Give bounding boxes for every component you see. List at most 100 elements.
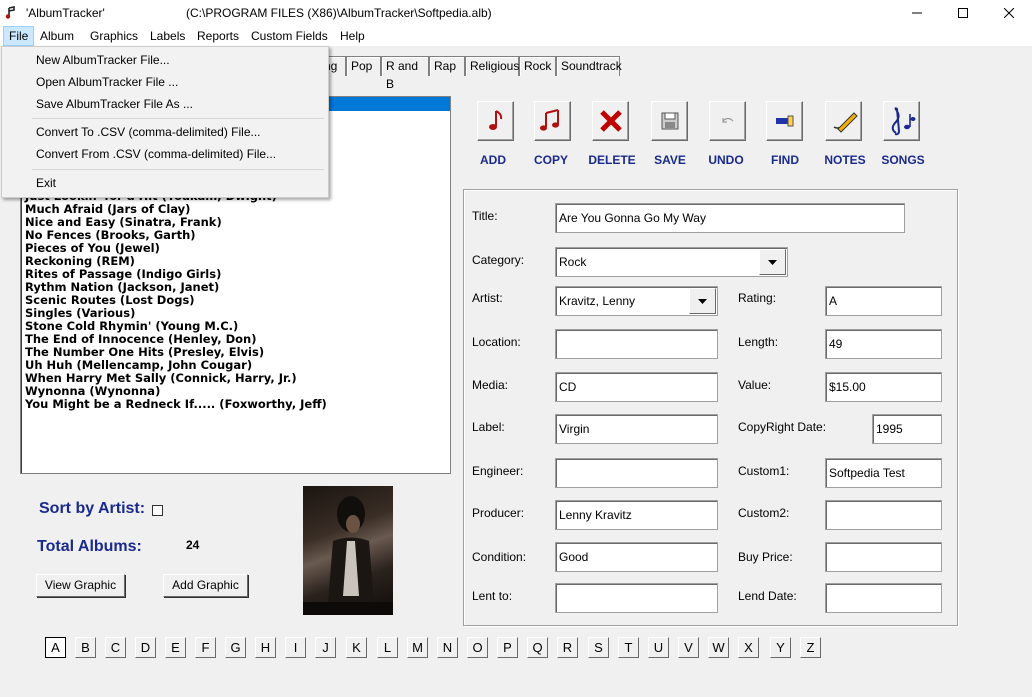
letter-h[interactable]: H <box>255 637 276 658</box>
tab-soundtrack[interactable]: Soundtrack <box>556 56 622 76</box>
letter-t[interactable]: T <box>618 637 639 658</box>
media-field[interactable]: CD <box>555 372 718 402</box>
sort-by-artist-checkbox[interactable] <box>152 505 163 516</box>
length-field[interactable]: 49 <box>825 329 942 359</box>
add-button[interactable] <box>477 101 514 141</box>
copyright-field[interactable]: 1995 <box>872 414 942 444</box>
tab-rock[interactable]: Rock <box>519 56 556 76</box>
chevron-down-icon <box>768 259 777 265</box>
tab-r-and-b[interactable]: R and B <box>381 56 429 91</box>
letter-m[interactable]: M <box>407 637 428 658</box>
condition-field[interactable]: Good <box>555 542 718 572</box>
window-title: 'AlbumTracker' <box>26 6 105 20</box>
buy-price-field[interactable] <box>825 542 942 572</box>
title-bar: 'AlbumTracker' (C:\PROGRAM FILES (X86)\A… <box>0 0 1032 26</box>
custom2-label: Custom2: <box>738 506 790 520</box>
letter-j[interactable]: J <box>315 637 336 658</box>
letter-v[interactable]: V <box>678 637 699 658</box>
letter-k[interactable]: K <box>346 637 367 658</box>
maximize-button[interactable] <box>940 0 986 26</box>
close-button[interactable] <box>986 0 1032 26</box>
letter-w[interactable]: W <box>708 637 729 658</box>
category-dropdown-button[interactable] <box>759 249 786 275</box>
letter-d[interactable]: D <box>135 637 156 658</box>
letter-r[interactable]: R <box>557 637 578 658</box>
letter-e[interactable]: E <box>165 637 186 658</box>
lend-date-field[interactable] <box>825 583 942 613</box>
add-graphic-button[interactable]: Add Graphic <box>163 574 248 597</box>
letter-b[interactable]: B <box>75 637 96 658</box>
letter-n[interactable]: N <box>437 637 458 658</box>
menu-file[interactable]: File <box>3 26 35 46</box>
producer-field[interactable]: Lenny Kravitz <box>555 500 718 530</box>
copyright-label: CopyRight Date: <box>738 420 827 434</box>
custom2-field[interactable] <box>825 500 942 530</box>
album-cover-figure <box>303 496 393 615</box>
menu-labels[interactable]: Labels <box>145 26 190 46</box>
menu-help[interactable]: Help <box>335 26 370 46</box>
artist-select[interactable]: Kravitz, Lenny <box>555 286 718 316</box>
menu-album[interactable]: Album <box>35 26 79 46</box>
letter-x[interactable]: X <box>738 637 759 658</box>
engineer-field[interactable] <box>555 458 718 488</box>
notes-button[interactable] <box>825 101 862 141</box>
menu-graphics[interactable]: Graphics <box>85 26 143 46</box>
tab-religious[interactable]: Religious <box>465 56 519 76</box>
notes-label: NOTES <box>824 153 866 167</box>
artist-label: Artist: <box>472 291 503 305</box>
menu-custom-fields[interactable]: Custom Fields <box>246 26 333 46</box>
tab-pop[interactable]: Pop <box>346 56 381 76</box>
letter-q[interactable]: Q <box>527 637 548 658</box>
letter-p[interactable]: P <box>497 637 518 658</box>
minimize-button[interactable] <box>894 0 940 26</box>
menu-item-convert-to-csv[interactable]: Convert To .CSV (comma-delimited) File..… <box>36 125 261 139</box>
letter-s[interactable]: S <box>588 637 609 658</box>
tab-rap[interactable]: Rap <box>429 56 465 76</box>
value-field[interactable]: $15.00 <box>825 372 942 402</box>
media-label: Media: <box>472 378 509 392</box>
title-field[interactable]: Are You Gonna Go My Way <box>555 203 905 233</box>
rating-field[interactable]: A <box>825 286 942 316</box>
chevron-down-icon <box>698 298 707 304</box>
menu-item-save-as[interactable]: Save AlbumTracker File As ... <box>36 97 193 111</box>
artist-dropdown-button[interactable] <box>689 288 716 314</box>
copy-button[interactable] <box>534 101 571 141</box>
letter-o[interactable]: O <box>467 637 488 658</box>
letter-i[interactable]: I <box>285 637 306 658</box>
category-select[interactable]: Rock <box>555 247 788 277</box>
delete-button[interactable] <box>592 101 629 141</box>
letter-a[interactable]: A <box>45 637 66 658</box>
letter-f[interactable]: F <box>195 637 216 658</box>
letter-g[interactable]: G <box>225 637 246 658</box>
view-graphic-button[interactable]: View Graphic <box>36 574 125 597</box>
length-label: Length: <box>738 335 779 349</box>
menu-item-open-file[interactable]: Open AlbumTracker File ... <box>36 75 178 89</box>
songs-label: SONGS <box>881 153 925 167</box>
list-item[interactable]: You Might be a Redneck If..... (Foxworth… <box>25 398 327 411</box>
lent-to-field[interactable] <box>555 583 718 613</box>
save-button[interactable] <box>651 101 688 141</box>
songs-button[interactable] <box>883 101 920 141</box>
find-label: FIND <box>771 153 799 167</box>
rating-label: Rating: <box>738 291 777 305</box>
menu-item-exit[interactable]: Exit <box>36 176 56 190</box>
letter-y[interactable]: Y <box>770 637 791 658</box>
category-label: Category: <box>472 253 525 267</box>
letter-z[interactable]: Z <box>800 637 821 658</box>
find-button[interactable] <box>766 101 803 141</box>
copy-label: COPY <box>533 153 568 167</box>
letter-c[interactable]: C <box>105 637 126 658</box>
undo-label: UNDO <box>708 153 744 167</box>
letter-l[interactable]: L <box>377 637 398 658</box>
delete-x-icon <box>599 110 622 132</box>
menu-item-new-file[interactable]: New AlbumTracker File... <box>36 53 170 67</box>
menu-separator <box>32 169 324 170</box>
undo-button[interactable] <box>709 101 746 141</box>
label-field[interactable]: Virgin <box>555 414 718 444</box>
letter-u[interactable]: U <box>648 637 669 658</box>
menu-item-convert-from-csv[interactable]: Convert From .CSV (comma-delimited) File… <box>36 147 276 161</box>
file-menu-dropdown: New AlbumTracker File... Open AlbumTrack… <box>1 46 329 198</box>
location-field[interactable] <box>555 329 718 359</box>
custom1-field[interactable]: Softpedia Test <box>825 458 942 488</box>
menu-reports[interactable]: Reports <box>192 26 244 46</box>
